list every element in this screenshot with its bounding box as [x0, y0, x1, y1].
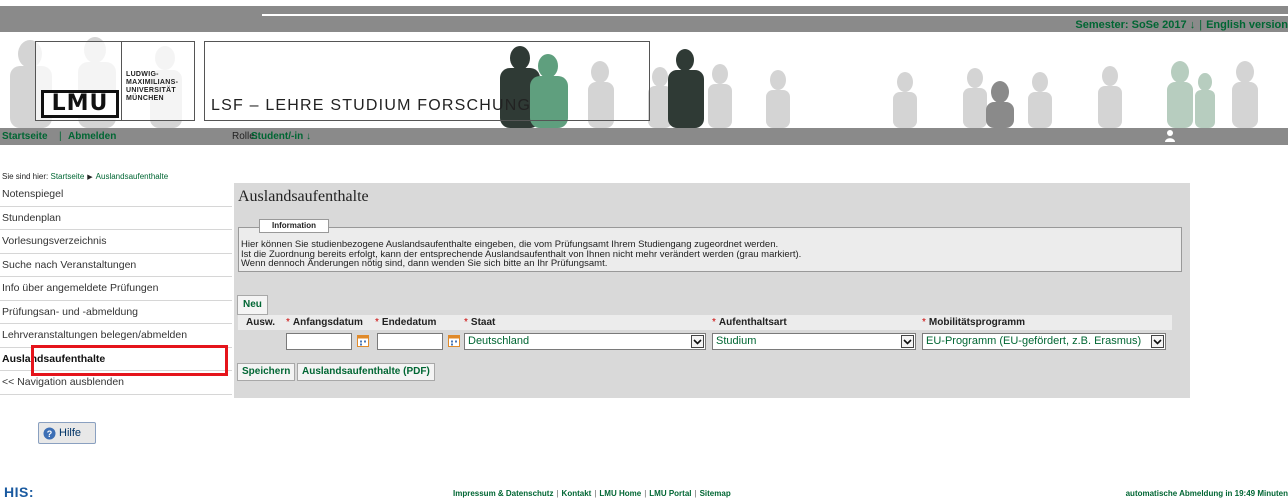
svg-text:?: ? [47, 429, 53, 439]
lmu-logo[interactable]: LMU [35, 41, 122, 121]
role-selector[interactable]: Student/-in ↓ [251, 131, 311, 142]
breadcrumb: Sie sind hier: Startseite ▶ Auslandsaufent… [2, 172, 168, 181]
university-name-box: LUDWIG- MAXIMILIANS- UNIVERSITÄT MÜNCHEN [121, 41, 195, 121]
chevron-down-icon [901, 335, 914, 348]
main-content-panel: Auslandsaufenthalte Information Hier kön… [234, 183, 1190, 398]
mobility-program-select-value: EU-Programm (EU-gefördert, z.B. Erasmus) [926, 335, 1142, 347]
information-line: Wenn dennoch Änderungen nötig sind, dann… [241, 258, 608, 269]
top-bar: Semester: SoSe 2017 ↓ | English version [0, 0, 1288, 32]
footer-link-impressum[interactable]: Impressum & Datenschutz [453, 489, 553, 498]
university-name-line: UNIVERSITÄT [126, 87, 176, 94]
country-select-value: Deutschland [468, 335, 530, 347]
column-header-country-label: Staat [470, 317, 496, 328]
university-name-line: MÜNCHEN [126, 95, 164, 102]
column-header-start-date: * Anfangsdatum [286, 317, 363, 328]
country-select[interactable]: Deutschland [464, 333, 706, 350]
top-bar-divider [262, 14, 1288, 16]
breadcrumb-home-link[interactable]: Startseite [50, 172, 84, 181]
sidebar-item-suche-veranstaltungen[interactable]: Suche nach Veranstaltungen [0, 253, 232, 277]
footer-link-lmu-portal[interactable]: LMU Portal [649, 489, 691, 498]
column-header-country: * Staat [464, 317, 495, 328]
calendar-icon[interactable] [448, 334, 460, 347]
column-header-select: Ausw. [246, 317, 276, 328]
information-text: Hier können Sie studienbezogene Auslands… [241, 240, 801, 269]
university-name: LUDWIG- MAXIMILIANS- UNIVERSITÄT MÜNCHEN [126, 71, 178, 103]
sidebar-item-notenspiegel[interactable]: Notenspiegel [0, 183, 232, 207]
calendar-icon[interactable] [357, 334, 369, 347]
table-header: Ausw. * Anfangsdatum * Endedatum * Staat * A… [238, 315, 1172, 330]
column-header-mobility-program: * Mobilitätsprogramm [922, 317, 1025, 328]
required-marker: * [286, 317, 290, 328]
column-header-stay-type: * Aufenthaltsart [712, 317, 787, 328]
required-marker: * [712, 317, 716, 328]
stay-type-select-value: Studium [716, 335, 757, 347]
information-legend: Information [259, 219, 329, 233]
footer-link-lmu-home[interactable]: LMU Home [599, 489, 641, 498]
chevron-down-icon [1151, 335, 1164, 348]
his-logo: HIS: [4, 484, 34, 500]
page-title: Auslandsaufenthalte [238, 188, 369, 205]
stay-type-select[interactable]: Studium [712, 333, 916, 350]
system-title: LSF – LEHRE STUDIUM FORSCHUNG [211, 97, 532, 114]
column-header-end-date: * Endedatum [375, 317, 436, 328]
required-marker: * [375, 317, 379, 328]
lmu-logo-mark: LMU [41, 90, 119, 118]
english-version-link[interactable]: English version [1206, 19, 1288, 31]
information-box: Information Hier können Sie studienbezog… [238, 219, 1182, 272]
footer-link-sitemap[interactable]: Sitemap [700, 489, 731, 498]
top-bar-links: Semester: SoSe 2017 ↓ | English version [1075, 19, 1288, 31]
end-date-input[interactable] [377, 333, 443, 350]
sidebar-item-angemeldete-pruefungen[interactable]: Info über angemeldete Prüfungen [0, 277, 232, 301]
user-icon [1165, 130, 1175, 142]
new-entry-button[interactable]: Neu [237, 295, 268, 315]
system-title-box: LSF – LEHRE STUDIUM FORSCHUNG [204, 41, 650, 121]
sidebar-item-pruefungsanmeldung[interactable]: Prüfungsan- und -abmeldung [0, 300, 232, 324]
university-name-line: LUDWIG- [126, 71, 159, 78]
footer-separator: | [556, 489, 559, 498]
main-nav-bar: Startseite | Abmelden Rolle: Student/-in… [0, 128, 1288, 145]
required-marker: * [922, 317, 926, 328]
nav-separator: | [59, 131, 62, 142]
auto-logout-timer: automatische Abmeldung in 19:49 Minuten [1125, 489, 1288, 498]
help-icon: ? [43, 427, 56, 440]
breadcrumb-prefix: Sie sind hier: [2, 172, 49, 181]
header-banner: LMU LUDWIG- MAXIMILIANS- UNIVERSITÄT MÜN… [0, 32, 1288, 128]
active-item-highlight [31, 345, 228, 376]
top-bar-separator: | [1199, 19, 1203, 31]
start-date-input[interactable] [286, 333, 352, 350]
sidebar-item-stundenplan[interactable]: Stundenplan [0, 206, 232, 230]
sidebar-item-vorlesungsverzeichnis[interactable]: Vorlesungsverzeichnis [0, 230, 232, 254]
chevron-down-icon [691, 335, 704, 348]
sidebar-item-lehrveranstaltungen[interactable]: Lehrveranstaltungen belegen/abmelden [0, 324, 232, 348]
university-name-line: MAXIMILIANS- [126, 79, 179, 86]
nav-logout-link[interactable]: Abmelden [68, 131, 116, 142]
help-button[interactable]: ? Hilfe [38, 422, 96, 444]
column-header-mobility-program-label: Mobilitätsprogramm [928, 317, 1026, 328]
footer-separator: | [694, 489, 697, 498]
save-button[interactable]: Speichern [237, 363, 296, 381]
semester-selector[interactable]: Semester: SoSe 2017 ↓ [1075, 19, 1195, 31]
mobility-program-select[interactable]: EU-Programm (EU-gefördert, z.B. Erasmus) [922, 333, 1166, 350]
column-header-end-date-label: Endedatum [381, 317, 437, 328]
help-button-label: Hilfe [59, 427, 82, 439]
breadcrumb-current[interactable]: Auslandsaufenthalte [96, 172, 169, 181]
nav-home-link[interactable]: Startseite [2, 131, 48, 142]
column-header-start-date-label: Anfangsdatum [292, 317, 363, 328]
footer-links: Impressum & Datenschutz | Kontakt | LMU Home… [453, 489, 731, 498]
column-header-stay-type-label: Aufenthaltsart [718, 317, 787, 328]
footer-link-kontakt[interactable]: Kontakt [562, 489, 592, 498]
export-pdf-button[interactable]: Auslandsaufenthalte (PDF) [297, 363, 435, 381]
required-marker: * [464, 317, 468, 328]
breadcrumb-arrow-icon: ▶ [87, 174, 93, 181]
